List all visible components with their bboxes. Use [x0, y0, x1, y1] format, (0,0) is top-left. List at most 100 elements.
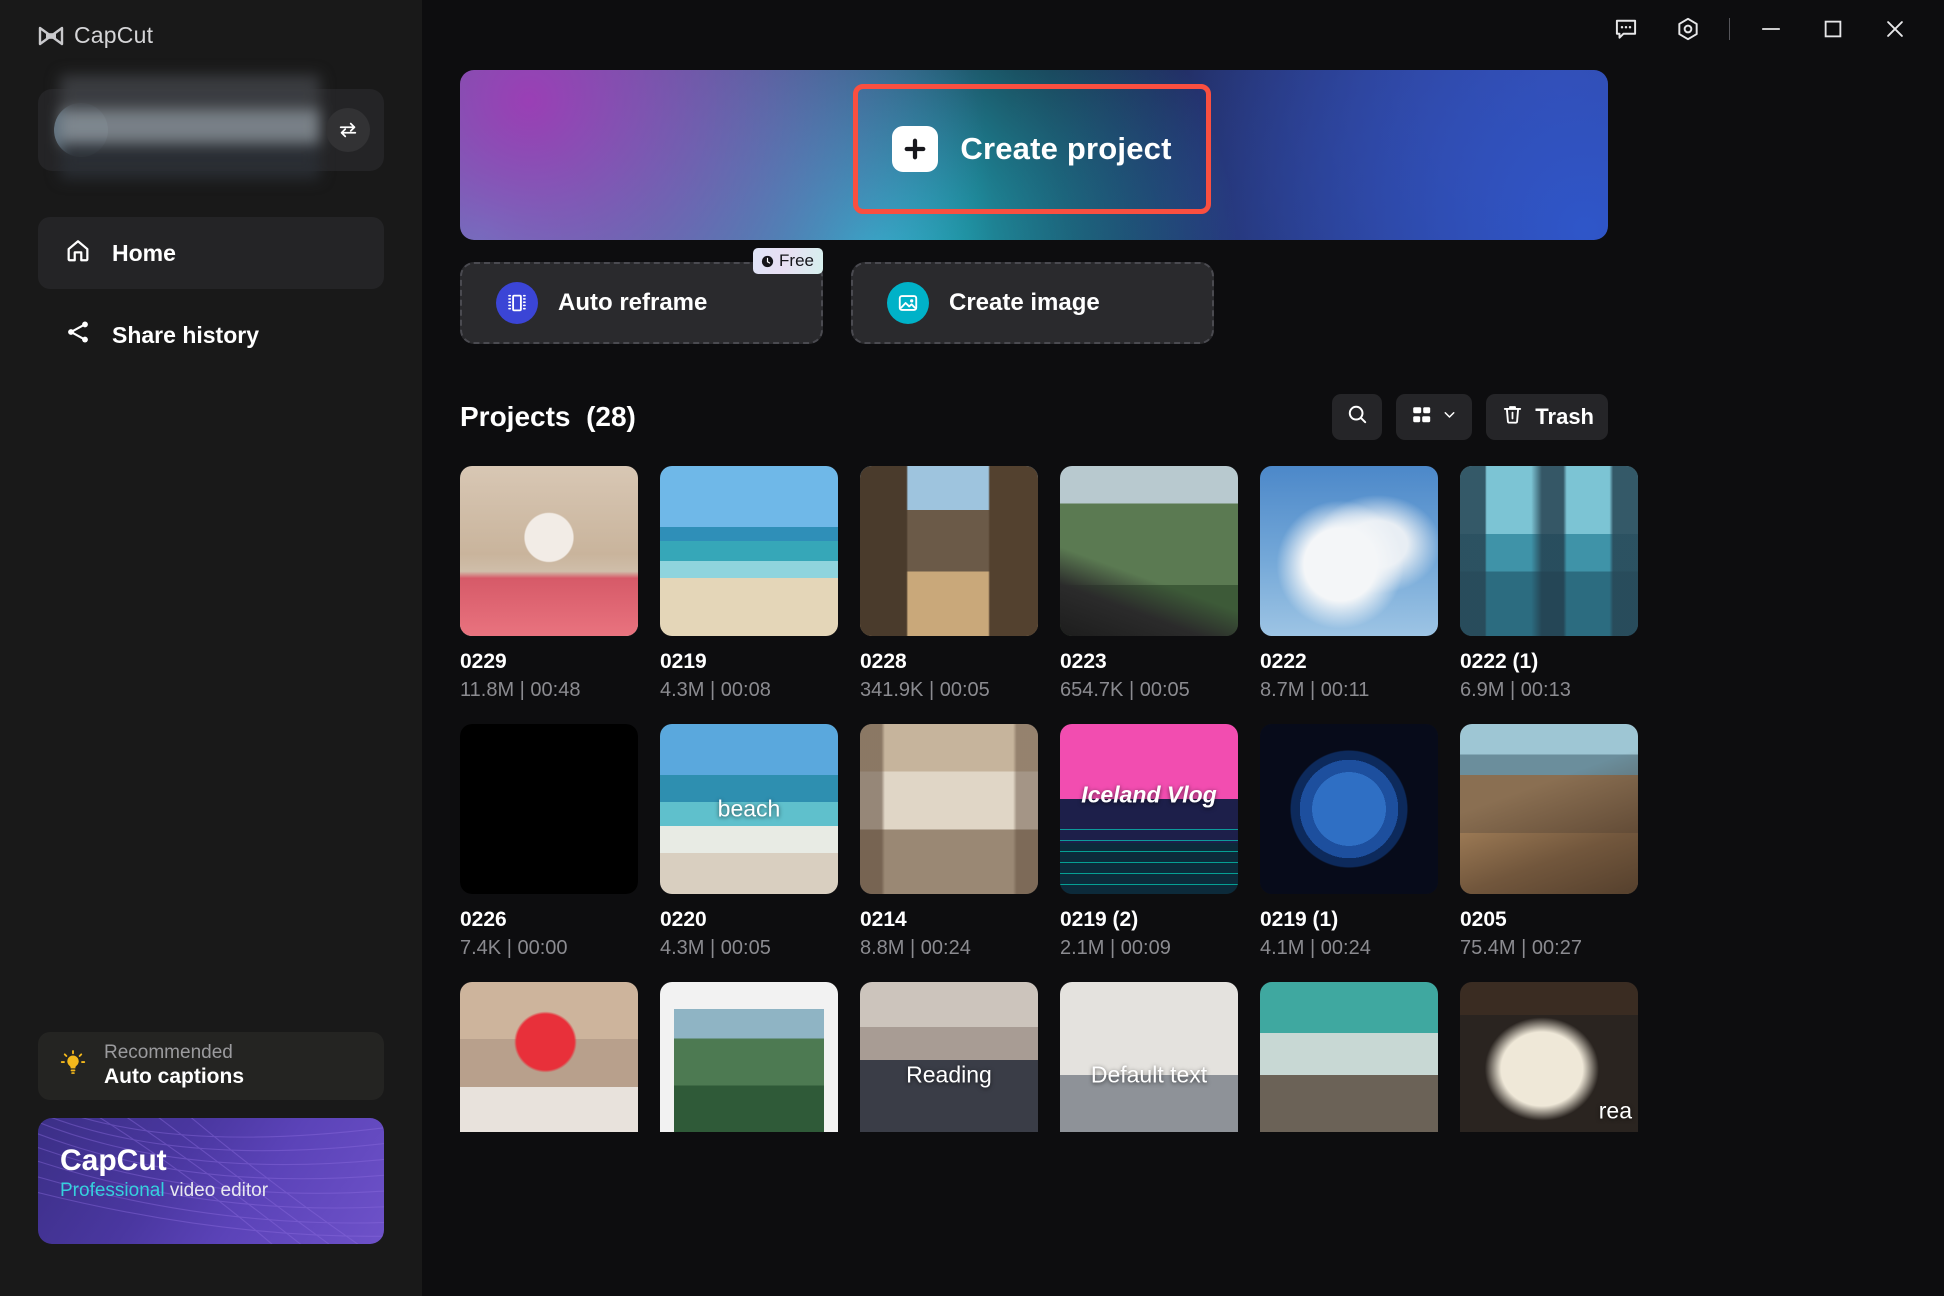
project-thumbnail[interactable] [1260, 724, 1438, 894]
thumbnail-overlay-text: Default text [1090, 1061, 1208, 1088]
project-card[interactable]: 0228 341.9K | 00:05 [860, 466, 1038, 702]
grid-view-icon [1410, 403, 1434, 432]
sidebar-item-home[interactable]: Home [38, 217, 384, 289]
sidebar: CapCut Home Share history Recommended Au… [0, 0, 422, 1296]
avatar [54, 103, 108, 157]
sidebar-item-label: Share history [112, 321, 259, 348]
project-name: 0205 [1460, 908, 1507, 931]
project-card[interactable] [460, 982, 638, 1132]
promo-auto-captions-label: Auto captions [104, 1064, 244, 1088]
sidebar-item-label: Home [112, 239, 176, 266]
promo-card-title: CapCut [60, 1144, 167, 1177]
window-titlebar [422, 0, 1944, 58]
project-card[interactable]: 0219 (1) 4.1M | 00:24 [1260, 724, 1438, 960]
create-image-icon [887, 282, 929, 324]
project-thumbnail[interactable] [460, 466, 638, 636]
status-badge: Free [753, 248, 823, 274]
project-thumbnail[interactable] [860, 724, 1038, 894]
project-meta: 4.3M | 00:08 [660, 679, 771, 701]
project-thumbnail[interactable]: Reading [860, 982, 1038, 1132]
app-brand: CapCut [0, 0, 422, 49]
thumbnail-overlay-text: rea [1598, 1097, 1632, 1124]
project-thumbnail[interactable] [1260, 466, 1438, 636]
view-mode-button[interactable] [1396, 394, 1473, 440]
project-card[interactable]: 0222 (1) 6.9M | 00:13 [1460, 466, 1638, 702]
project-name: 0219 [660, 650, 707, 673]
sidebar-item-share-history[interactable]: Share history [38, 299, 384, 371]
create-image-card[interactable]: Create image [851, 262, 1214, 344]
project-card[interactable]: 0226 7.4K | 00:00 [460, 724, 638, 960]
create-project-button[interactable]: Create project [853, 84, 1211, 214]
project-card[interactable]: Default text [1060, 982, 1238, 1132]
trash-label: Trash [1535, 404, 1594, 429]
projects-count: (28) [586, 401, 636, 432]
project-thumbnail[interactable] [860, 466, 1038, 636]
account-switcher[interactable] [38, 75, 384, 179]
promo-card-subtitle: Professional video editor [60, 1180, 384, 1202]
project-meta: 654.7K | 00:05 [1060, 679, 1190, 701]
minimize-icon[interactable] [1740, 4, 1802, 54]
hero-banner: Create project [460, 70, 1608, 240]
project-card[interactable]: Reading [860, 982, 1038, 1132]
project-name: 0223 [1060, 650, 1107, 673]
clock-icon [761, 255, 774, 267]
project-card[interactable]: rea [1460, 982, 1638, 1132]
page-title: Projects (28) [460, 401, 636, 433]
search-icon [1345, 402, 1370, 432]
project-thumbnail[interactable] [660, 466, 838, 636]
lightbulb-icon [58, 1049, 88, 1084]
project-card[interactable] [660, 982, 838, 1132]
project-thumbnail[interactable]: Iceland Vlog [1060, 724, 1238, 894]
project-meta: 341.9K | 00:05 [860, 679, 990, 701]
project-meta: 4.1M | 00:24 [1260, 937, 1371, 959]
project-thumbnail[interactable] [1260, 982, 1438, 1132]
plus-icon [892, 126, 939, 172]
home-icon [64, 236, 92, 270]
create-image-label: Create image [949, 289, 1100, 316]
trash-button[interactable]: Trash [1486, 394, 1608, 440]
auto-reframe-label: Auto reframe [558, 289, 708, 316]
project-thumbnail[interactable] [460, 724, 638, 894]
maximize-icon[interactable] [1802, 4, 1864, 54]
project-thumbnail[interactable] [660, 982, 838, 1132]
project-name: 0220 [660, 908, 707, 931]
settings-hexagon-icon[interactable] [1657, 4, 1719, 54]
project-name: 0222 [1260, 650, 1307, 673]
project-thumbnail[interactable] [1060, 466, 1238, 636]
search-button[interactable] [1332, 394, 1383, 440]
projects-header: Projects (28) Trash [460, 394, 1608, 440]
project-card[interactable]: 0205 75.4M | 00:27 [1460, 724, 1638, 960]
project-card[interactable]: 0229 11.8M | 00:48 [460, 466, 638, 702]
project-thumbnail[interactable]: Default text [1060, 982, 1238, 1132]
project-thumbnail[interactable] [460, 982, 638, 1132]
project-name: 0229 [460, 650, 507, 673]
project-thumbnail[interactable] [1460, 724, 1638, 894]
capcut-pro-promo-card[interactable]: CapCut Professional video editor [38, 1118, 384, 1244]
project-card[interactable]: 0222 8.7M | 00:11 [1260, 466, 1438, 702]
capcut-logo-icon [38, 25, 64, 47]
project-card[interactable]: beach 0220 4.3M | 00:05 [660, 724, 838, 960]
project-card[interactable]: Iceland Vlog 0219 (2) 2.1M | 00:09 [1060, 724, 1238, 960]
close-icon[interactable] [1864, 4, 1926, 54]
project-card[interactable]: 0223 654.7K | 00:05 [1060, 466, 1238, 702]
project-card[interactable]: 0214 8.8M | 00:24 [860, 724, 1038, 960]
project-name: 0222 (1) [1460, 650, 1539, 673]
app-name: CapCut [74, 22, 154, 48]
project-name: 0226 [460, 908, 507, 931]
project-name: 0219 (1) [1260, 908, 1339, 931]
projects-toolbar: Trash [1332, 394, 1608, 440]
project-thumbnail[interactable] [1460, 466, 1638, 636]
project-card[interactable]: 0219 4.3M | 00:08 [660, 466, 838, 702]
home-content: Create project Auto reframe Free Create … [460, 70, 1944, 1132]
feedback-bubble-icon[interactable] [1595, 4, 1657, 54]
switch-account-icon[interactable] [326, 108, 370, 152]
project-meta: 75.4M | 00:27 [1460, 937, 1582, 959]
auto-reframe-card[interactable]: Auto reframe Free [460, 248, 823, 344]
main-content: Create project Auto reframe Free Create … [422, 0, 1944, 1296]
project-meta: 2.1M | 00:09 [1060, 937, 1171, 959]
projects-grid: 0229 11.8M | 00:48 0219 4.3M | 00:08 022… [460, 466, 1640, 1132]
project-thumbnail[interactable]: beach [660, 724, 838, 894]
recommended-auto-captions-card[interactable]: Recommended Auto captions [38, 1032, 384, 1100]
project-card[interactable] [1260, 982, 1438, 1132]
project-thumbnail[interactable]: rea [1460, 982, 1638, 1132]
